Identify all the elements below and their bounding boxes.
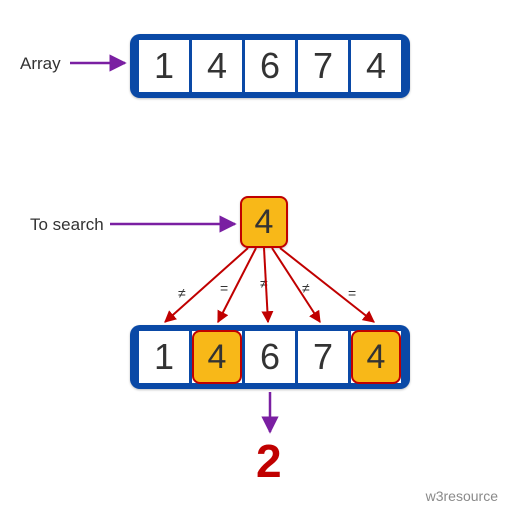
array-top: 1 4 6 7 4 [130, 34, 410, 98]
array-top-cell: 4 [351, 40, 401, 92]
array-bottom: 1 4 6 7 4 [130, 325, 410, 389]
array-top-cell: 7 [298, 40, 348, 92]
diagram-canvas: Array 1 4 6 7 4 To search 4 ≠ = ≠ ≠ = 1 … [0, 0, 510, 510]
op-neq: ≠ [302, 280, 310, 296]
search-value-box: 4 [240, 196, 288, 248]
result-value: 2 [256, 434, 282, 488]
array-bottom-cell: 4 [192, 331, 242, 383]
array-bottom-cell: 7 [298, 331, 348, 383]
label-array: Array [20, 54, 61, 74]
op-neq: ≠ [178, 285, 186, 301]
array-top-cell: 1 [139, 40, 189, 92]
array-top-cell: 6 [245, 40, 295, 92]
array-bottom-cell: 4 [351, 331, 401, 383]
array-bottom-cell: 1 [139, 331, 189, 383]
array-top-cell: 4 [192, 40, 242, 92]
op-eq: = [220, 280, 228, 296]
arrow-search-cell [280, 248, 374, 322]
op-eq: = [348, 285, 356, 301]
op-neq: ≠ [260, 275, 268, 291]
watermark: w3resource [426, 488, 498, 504]
label-to-search: To search [30, 215, 104, 235]
arrow-search-cell [272, 248, 320, 322]
array-bottom-cell: 6 [245, 331, 295, 383]
